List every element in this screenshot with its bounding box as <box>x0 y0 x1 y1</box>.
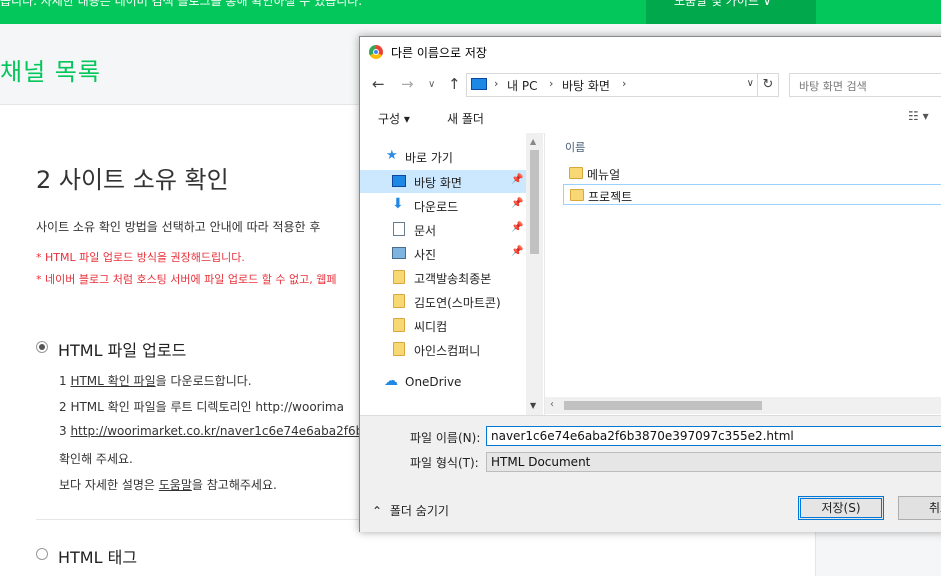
pc-icon <box>471 78 487 90</box>
recommend-note: * HTML 파일 업로드 방식을 권장해드립니다. <box>36 251 245 264</box>
step-3: 3 http://woorimarket.co.kr/naver1c6e74e6… <box>59 424 394 438</box>
step-3-continued: 확인해 주세요. <box>59 452 133 466</box>
nav-item-documents[interactable]: 문서 📌 <box>360 218 526 241</box>
verification-url-link[interactable]: http://woorimarket.co.kr/naver1c6e74e6ab… <box>70 424 393 438</box>
up-folder-icon[interactable]: ↑ <box>448 75 461 93</box>
scroll-down-icon[interactable]: ▼ <box>530 401 536 410</box>
nav-item-pictures[interactable]: 사진 📌 <box>360 242 526 265</box>
hosting-note: * 네이버 블로그 처럼 호스팅 서버에 파일 업로드 할 수 없고, 웹페 <box>36 273 337 286</box>
notice-text: 습니다. 자세한 내용은 네이버 검색 블로그를 통해 확인하실 수 있습니다. <box>0 0 363 8</box>
step-1: 1 HTML 확인 파일을 다운로드합니다. <box>59 374 252 388</box>
star-icon: ★ <box>386 148 398 163</box>
html-file-download-link[interactable]: HTML 확인 파일 <box>70 374 155 388</box>
filename-input[interactable]: naver1c6e74e6aba2f6b3870e397097c355e2.ht… <box>486 426 941 446</box>
html-file-upload-label[interactable]: HTML 파일 업로드 <box>58 337 186 361</box>
breadcrumb-desktop[interactable]: 바탕 화면 <box>562 77 610 94</box>
chevron-up-icon: ⌃ <box>372 504 383 518</box>
navigation-pane: ★ 바로 가기 바탕 화면 📌 ⬇ 다운로드 📌 문서 📌 사진 📌 고객발송최… <box>360 133 543 415</box>
nav-item-downloads[interactable]: ⬇ 다운로드 📌 <box>360 194 526 217</box>
back-icon[interactable]: ← <box>372 75 385 93</box>
save-as-dialog: 다른 이름으로 저장 ← → ∨ ↑ › 내 PC › 바탕 화면 › ∨ ↻ … <box>359 36 941 532</box>
nav-item-folder[interactable]: 김도연(스마트콘) <box>360 290 526 313</box>
html-tag-radio[interactable] <box>36 548 48 560</box>
scroll-thumb[interactable] <box>530 150 539 254</box>
scroll-thumb[interactable] <box>564 401 762 410</box>
html-file-upload-radio[interactable] <box>36 341 48 353</box>
pin-icon[interactable]: 📌 <box>511 174 523 185</box>
help-link[interactable]: 도움말 <box>159 478 192 492</box>
nav-item-folder[interactable]: 씨디컴 <box>360 314 526 337</box>
file-item-folder[interactable]: 메뉴얼 <box>563 163 941 184</box>
chrome-icon <box>369 45 383 59</box>
scroll-left-icon[interactable]: ‹ <box>550 399 554 410</box>
nav-item-onedrive[interactable]: ☁ OneDrive <box>360 371 526 394</box>
dialog-footer: 파일 이름(N): naver1c6e74e6aba2f6b3870e39709… <box>360 415 941 532</box>
navigation-row: ← → ∨ ↑ › 내 PC › 바탕 화면 › ∨ ↻ 바탕 화면 검색 <box>360 67 941 101</box>
folder-icon <box>393 294 405 308</box>
pictures-icon <box>392 247 406 259</box>
help-guide-button[interactable]: 도움말 및 가이드 ∨ <box>646 0 816 24</box>
recent-locations-icon[interactable]: ∨ <box>428 79 435 90</box>
chevron-right-icon[interactable]: › <box>622 77 626 90</box>
file-pane-scrollbar[interactable]: ‹ <box>545 397 941 414</box>
nav-item-quick-access[interactable]: ★ 바로 가기 <box>360 145 526 168</box>
organize-button[interactable]: 구성 ▾ <box>378 110 410 127</box>
scroll-up-icon[interactable]: ▲ <box>530 137 536 146</box>
html-tag-label[interactable]: HTML 태그 <box>58 544 137 568</box>
save-button[interactable]: 저장(S) <box>798 496 884 520</box>
section-title: 2 사이트 소유 확인 <box>36 166 229 194</box>
dialog-toolbar: 구성 ▾ 새 폴더 ☷ ▾ <box>360 101 941 134</box>
file-item-folder[interactable]: 프로젝트 <box>563 184 941 205</box>
pin-icon[interactable]: 📌 <box>511 246 523 257</box>
notice-bar: 습니다. 자세한 내용은 네이버 검색 블로그를 통해 확인하실 수 있습니다.… <box>0 0 941 24</box>
folder-icon <box>393 270 405 284</box>
folder-icon <box>393 342 405 356</box>
step-2: 2 HTML 확인 파일을 루트 디렉토리인 http://woorima <box>59 400 344 414</box>
dialog-title: 다른 이름으로 저장 <box>391 46 487 60</box>
view-options-icon[interactable]: ☷ ▾ <box>908 109 929 123</box>
cancel-button[interactable]: 취소 <box>898 496 941 520</box>
search-input[interactable]: 바탕 화면 검색 <box>789 73 941 97</box>
page-title: 채널 목록 <box>0 58 101 86</box>
desktop-icon <box>392 175 406 187</box>
section-description: 사이트 소유 확인 방법을 선택하고 안내에 따라 적용한 후 <box>36 220 321 234</box>
pin-icon[interactable]: 📌 <box>511 198 523 209</box>
nav-item-folder[interactable]: 아인스컴퍼니 <box>360 338 526 361</box>
hide-folders-toggle[interactable]: ⌃ 폴더 숨기기 <box>372 502 449 519</box>
onedrive-icon: ☁ <box>384 373 398 389</box>
folder-icon <box>569 167 583 179</box>
nav-item-folder[interactable]: 고객발송최종본 <box>360 266 526 289</box>
chevron-right-icon[interactable]: › <box>549 77 553 90</box>
refresh-icon[interactable]: ↻ <box>757 74 778 96</box>
document-icon <box>393 222 405 236</box>
forward-icon[interactable]: → <box>401 75 414 93</box>
chevron-down-icon[interactable]: ∨ <box>747 78 754 89</box>
download-icon: ⬇ <box>392 196 404 212</box>
address-bar[interactable]: › 내 PC › 바탕 화면 › ∨ ↻ <box>466 73 779 97</box>
pin-icon[interactable]: 📌 <box>511 222 523 233</box>
chevron-right-icon[interactable]: › <box>494 77 498 90</box>
new-folder-button[interactable]: 새 폴더 <box>447 110 484 127</box>
help-hint: 보다 자세한 설명은 도움말을 참고해주세요. <box>59 478 277 492</box>
filetype-label: 파일 형식(T): <box>410 456 479 470</box>
filename-label: 파일 이름(N): <box>410 431 481 445</box>
folder-icon <box>393 318 405 332</box>
folder-icon <box>570 189 584 201</box>
file-list-pane: 이름 메뉴얼 프로젝트 <box>544 133 941 415</box>
nav-pane-scrollbar[interactable]: ▲ ▼ <box>526 133 543 415</box>
breadcrumb-this-pc[interactable]: 내 PC <box>507 77 537 94</box>
name-column-header[interactable]: 이름 <box>565 139 585 155</box>
filetype-select[interactable]: HTML Document <box>486 452 941 472</box>
nav-item-desktop[interactable]: 바탕 화면 📌 <box>360 170 526 193</box>
dialog-titlebar[interactable]: 다른 이름으로 저장 <box>360 37 941 67</box>
